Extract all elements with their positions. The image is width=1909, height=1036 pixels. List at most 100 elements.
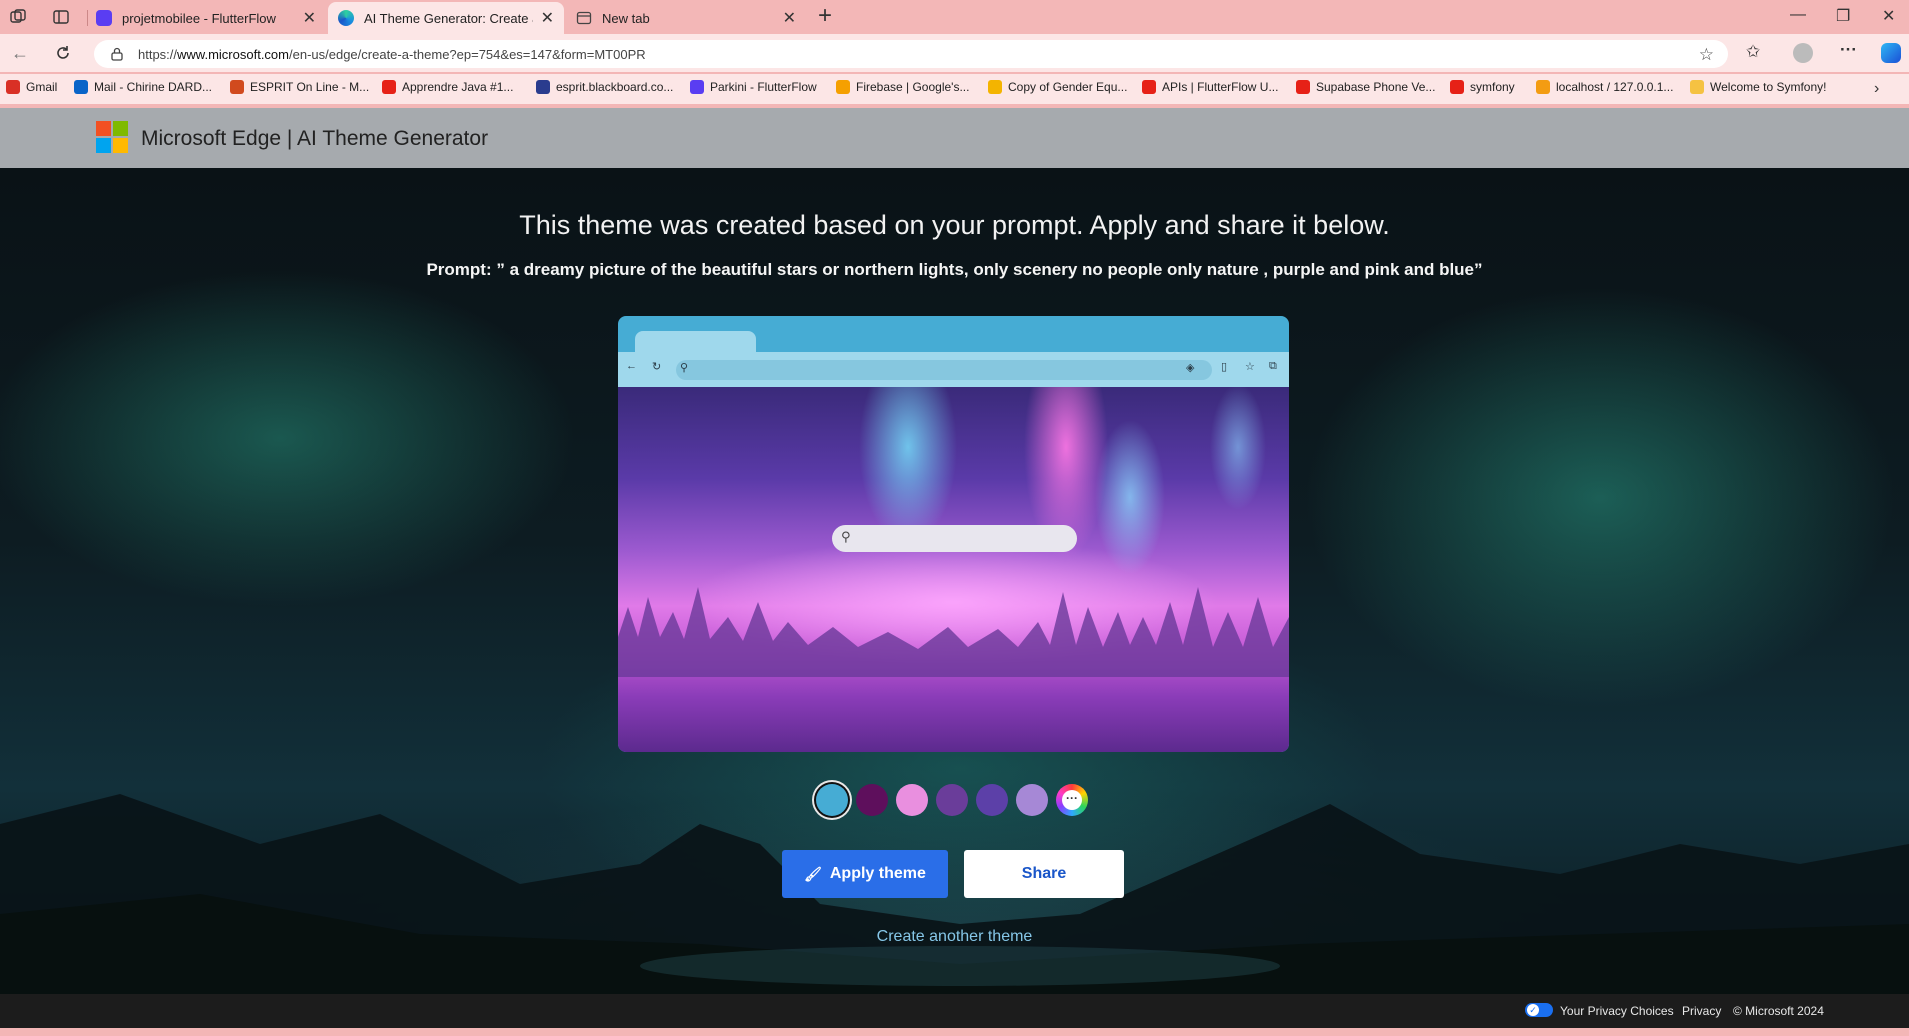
bookmark-label: Parkini - FlutterFlow	[710, 80, 817, 94]
preview-address-bar	[676, 360, 1212, 380]
aurora-preview-image: ⚲	[618, 387, 1289, 752]
chevron-right-icon[interactable]: ›	[1874, 80, 1879, 98]
bookmark-label: Welcome to Symfony!	[1710, 80, 1827, 94]
tree-silhouette	[618, 587, 1289, 677]
tab-strip: projetmobilee - FlutterFlow ✕ AI Theme G…	[0, 0, 1909, 34]
paint-brush-icon: 🖌	[804, 865, 822, 882]
privacy-choices-link[interactable]: Your Privacy Choices	[1560, 1004, 1674, 1018]
search-icon: ⚲	[841, 529, 851, 544]
site-header: Microsoft Edge | AI Theme Generator	[0, 108, 1909, 168]
bookmark-label: Gmail	[26, 80, 58, 94]
close-icon[interactable]: ✕	[303, 8, 316, 28]
workspaces-icon[interactable]	[9, 8, 27, 26]
preview-extension-icon: ◈	[1186, 362, 1195, 374]
preview-search-icon: ⚲	[680, 362, 689, 374]
privacy-choices-icon[interactable]: ✓	[1525, 1003, 1553, 1017]
create-another-theme-link[interactable]: Create another theme	[0, 928, 1909, 946]
preview-split-icon: ▯	[1221, 361, 1228, 373]
bookmark-label: symfony	[1470, 80, 1515, 94]
new-tab-page-icon	[576, 11, 592, 25]
bookmark-java[interactable]: Apprendre Java #1...	[382, 80, 513, 94]
swatch-2[interactable]	[856, 784, 888, 816]
toolbar: ← https://www.microsoft.com/en-us/edge/c…	[0, 34, 1909, 72]
apply-theme-button[interactable]: 🖌 Apply theme	[782, 850, 948, 898]
window-close-icon[interactable]: ✕	[1882, 6, 1895, 26]
bookmark-label: Copy of Gender Equ...	[1008, 80, 1128, 94]
tab-label: projetmobilee - FlutterFlow	[122, 10, 276, 26]
favorites-icon[interactable]: ✩	[1746, 42, 1760, 62]
gmail-icon	[6, 80, 20, 94]
outlook-icon	[74, 80, 88, 94]
bookmark-blackboard[interactable]: esprit.blackboard.co...	[536, 80, 673, 94]
site-title: Microsoft Edge | AI Theme Generator	[141, 127, 489, 150]
bookmark-symfony[interactable]: symfony	[1450, 80, 1515, 94]
bookmark-localhost[interactable]: localhost / 127.0.0.1...	[1536, 80, 1673, 94]
flutterflow-icon	[690, 80, 704, 94]
refresh-icon[interactable]	[54, 44, 72, 62]
bookmark-esprit[interactable]: ESPRIT On Line - M...	[230, 80, 369, 94]
hero-title: This theme was created based on your pro…	[519, 210, 1390, 240]
bookmark-mail[interactable]: Mail - Chirine DARD...	[74, 80, 212, 94]
tab-ai-theme-generator[interactable]: AI Theme Generator: Create a Cus ✕	[328, 2, 564, 34]
share-label: Share	[1021, 865, 1067, 882]
swatch-3[interactable]	[896, 784, 928, 816]
bookmark-supabase[interactable]: Supabase Phone Ve...	[1296, 80, 1435, 94]
theme-preview: ← ↻ ⚲ ◈ ▯ ☆ ⧉ ⚲	[618, 316, 1289, 752]
bookmark-apis-flutterflow[interactable]: APIs | FlutterFlow U...	[1142, 80, 1278, 94]
blackboard-icon	[536, 80, 550, 94]
profile-avatar[interactable]	[1793, 43, 1813, 63]
tab-divider	[87, 10, 88, 26]
page-viewport: Microsoft Edge | AI Theme Generator This…	[0, 108, 1909, 1028]
bookmark-gender-equ[interactable]: Copy of Gender Equ...	[988, 80, 1127, 94]
bookmark-label: Firebase | Google's...	[856, 80, 970, 94]
more-colors-button[interactable]: ···	[1056, 784, 1088, 816]
edge-icon	[338, 10, 354, 26]
minimize-icon[interactable]: —	[1790, 6, 1806, 24]
firebase-icon	[836, 80, 850, 94]
slides-icon	[988, 80, 1002, 94]
url-path: /en-us/edge/create-a-theme?ep=754&es=147…	[289, 46, 646, 62]
tab-label: AI Theme Generator: Create a Cus	[364, 10, 533, 26]
tab-projetmobilee[interactable]: projetmobilee - FlutterFlow ✕	[86, 2, 326, 34]
bookmark-firebase[interactable]: Firebase | Google's...	[836, 80, 969, 94]
new-tab-button[interactable]: +	[818, 4, 832, 28]
bookmark-label: localhost / 127.0.0.1...	[1556, 80, 1674, 94]
site-footer: ✓ Your Privacy Choices Privacy © Microso…	[0, 994, 1909, 1028]
copilot-icon[interactable]	[1881, 43, 1901, 63]
bookmark-welcome-symfony[interactable]: Welcome to Symfony!	[1690, 80, 1826, 94]
bookmark-label: ESPRIT On Line - M...	[250, 80, 370, 94]
lock-icon[interactable]	[110, 47, 124, 61]
phpmyadmin-icon	[1536, 80, 1550, 94]
esprit-icon	[230, 80, 244, 94]
swatch-5[interactable]	[976, 784, 1008, 816]
back-button[interactable]: ←	[11, 43, 29, 64]
preview-tab	[635, 331, 756, 352]
youtube-icon	[382, 80, 396, 94]
bookmark-label: Apprendre Java #1...	[402, 80, 514, 94]
more-menu-icon[interactable]: ···	[1840, 40, 1857, 60]
favorite-star-icon[interactable]: ☆	[1699, 45, 1714, 65]
microsoft-logo-icon[interactable]	[96, 121, 128, 153]
share-button[interactable]: Share	[964, 850, 1124, 898]
bookmark-parkini[interactable]: Parkini - FlutterFlow	[690, 80, 817, 94]
preview-collections-icon: ⧉	[1269, 360, 1277, 372]
bookmarks-bar: Gmail Mail - Chirine DARD... ESPRIT On L…	[0, 74, 1909, 104]
vertical-tabs-icon[interactable]	[52, 8, 70, 26]
preview-search-box: ⚲	[832, 525, 1077, 552]
close-icon[interactable]: ✕	[541, 8, 554, 28]
swatch-1[interactable]	[816, 784, 848, 816]
close-icon[interactable]: ✕	[783, 8, 796, 28]
url-prefix: https://	[138, 46, 178, 62]
preview-back-icon: ←	[626, 360, 637, 372]
flutterflow-icon	[96, 10, 112, 26]
swatch-4[interactable]	[936, 784, 968, 816]
tab-new-tab[interactable]: New tab ✕	[566, 2, 806, 34]
privacy-link[interactable]: Privacy	[1682, 1004, 1721, 1018]
address-bar[interactable]: https://www.microsoft.com/en-us/edge/cre…	[94, 40, 1728, 68]
swatch-6[interactable]	[1016, 784, 1048, 816]
bookmark-label: Supabase Phone Ve...	[1316, 80, 1436, 94]
bookmark-gmail[interactable]: Gmail	[6, 80, 57, 94]
prompt-text: Prompt: ” a dreamy picture of the beauti…	[426, 260, 1483, 279]
restore-icon[interactable]: ❐	[1836, 6, 1850, 26]
youtube-icon	[1142, 80, 1156, 94]
